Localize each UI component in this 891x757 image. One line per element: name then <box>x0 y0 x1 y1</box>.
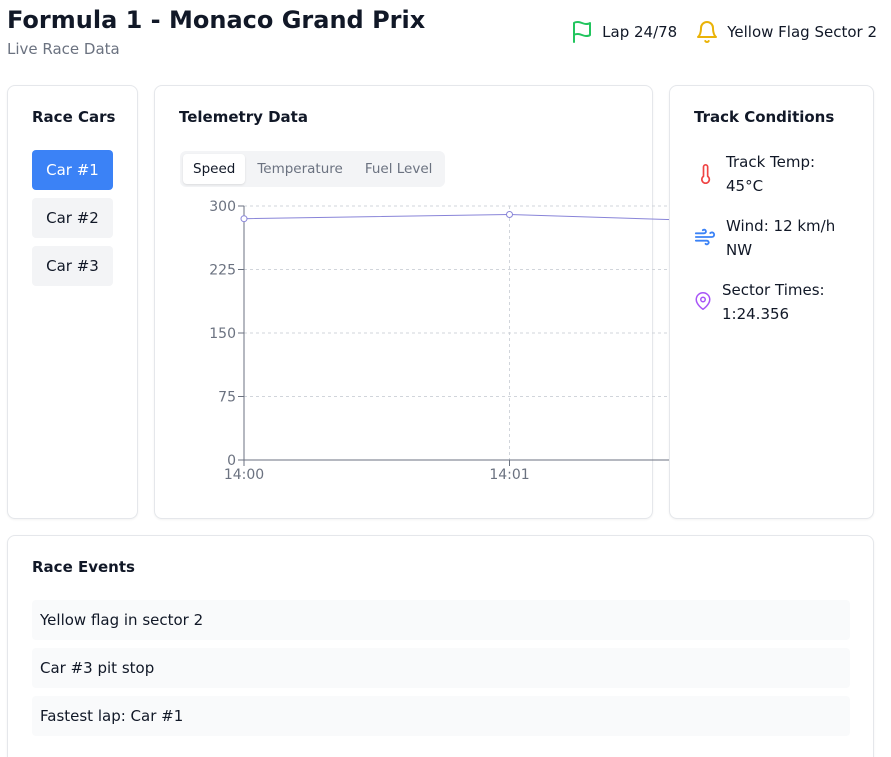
lap-status: Lap 24/78 <box>570 20 677 44</box>
lap-counter: Lap 24/78 <box>602 23 678 41</box>
race-events-card: Race Events Yellow flag in sector 2 Car … <box>7 535 874 757</box>
speed-data-point <box>506 210 513 218</box>
event-item: Fastest lap: Car #1 <box>32 696 850 736</box>
track-conditions-title: Track Conditions <box>694 108 835 126</box>
y-tick-label: 300 <box>209 199 236 215</box>
race-cars-title: Race Cars <box>32 108 116 126</box>
bell-icon <box>695 20 719 44</box>
race-status: Lap 24/78 Yellow Flag Sector 2 <box>570 20 877 44</box>
speed-data-point <box>240 215 248 223</box>
y-tick-label: 225 <box>209 263 236 279</box>
flag-alert: Yellow Flag Sector 2 <box>695 20 877 44</box>
page-title: Formula 1 - Monaco Grand Prix <box>7 6 426 34</box>
flag-alert-text: Yellow Flag Sector 2 <box>727 23 877 41</box>
race-cars-card: Race Cars Car #1 Car #2 Car #3 <box>7 85 138 519</box>
y-tick-label: 150 <box>209 326 236 342</box>
wind-item: Wind: 12 km/h NW <box>694 214 836 262</box>
y-tick-label: 75 <box>218 390 236 406</box>
flag-icon <box>570 20 594 44</box>
track-temp-text: Track Temp: 45°C <box>726 153 816 195</box>
wind-text: Wind: 12 km/h NW <box>726 217 836 259</box>
speed-line-chart: 07515022530014:0014:0114:02 <box>209 199 795 483</box>
car-1-button[interactable]: Car #1 <box>32 150 113 190</box>
car-2-button[interactable]: Car #2 <box>32 198 113 238</box>
car-3-button[interactable]: Car #3 <box>32 246 113 286</box>
track-conditions-card: Track Conditions Track Temp: 45°C Wind: … <box>669 85 874 519</box>
x-tick-label: 14:01 <box>489 467 529 483</box>
track-temp-item: Track Temp: 45°C <box>696 150 836 198</box>
race-events-title: Race Events <box>32 558 135 576</box>
map-pin-icon <box>694 278 712 319</box>
sector-times-item: Sector Times: 1:24.356 <box>694 278 832 326</box>
page-header: Formula 1 - Monaco Grand Prix Live Race … <box>7 6 877 62</box>
sector-times-text: Sector Times: 1:24.356 <box>722 281 825 323</box>
event-item: Yellow flag in sector 2 <box>32 600 850 640</box>
telemetry-card: Telemetry Data Speed Temperature Fuel Le… <box>154 85 795 519</box>
thermometer-icon <box>696 150 716 193</box>
wind-icon <box>694 214 716 255</box>
event-item: Car #3 pit stop <box>32 648 850 688</box>
x-tick-label: 14:00 <box>224 467 264 483</box>
page-subtitle: Live Race Data <box>7 40 120 58</box>
